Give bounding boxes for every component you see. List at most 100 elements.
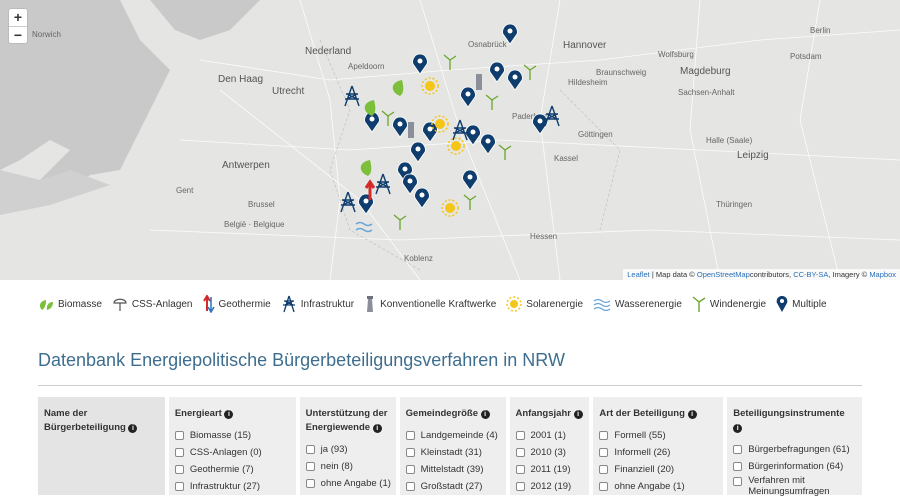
marker-pin[interactable] (465, 124, 481, 146)
mapbox-link[interactable]: Mapbox (869, 270, 896, 279)
filter-option[interactable]: Infrastruktur (27) (174, 478, 290, 494)
checkbox[interactable] (405, 464, 415, 474)
marker-pin[interactable] (480, 133, 496, 155)
filter-option[interactable]: ja (93) (305, 441, 390, 457)
filter-option[interactable]: ohne Angabe (1) (599, 478, 717, 494)
filter-option[interactable]: Bürgerbefragungen (61) (733, 441, 856, 457)
marker-pin[interactable] (414, 187, 430, 209)
marker-pin[interactable] (460, 86, 476, 108)
checkbox[interactable] (599, 447, 609, 457)
legend-item-water[interactable]: Wasserenergie (593, 297, 682, 311)
marker-infrastructure[interactable] (375, 173, 391, 195)
marker-water[interactable] (355, 221, 373, 233)
checkbox[interactable] (305, 478, 315, 488)
marker-wind[interactable] (443, 54, 457, 71)
filter-option[interactable]: ohne Angabe (1) (305, 475, 391, 491)
marker-solar[interactable] (447, 137, 465, 155)
legend-item-css[interactable]: CSS-Anlagen (112, 296, 193, 312)
filter-option[interactable]: Informell (26) (599, 444, 717, 460)
checkbox[interactable] (174, 430, 184, 440)
legend-item-multiple[interactable]: Multiple (776, 295, 827, 313)
filter-option[interactable]: Formell (55) (599, 427, 717, 443)
filter-option[interactable]: Landgemeinde (4) (405, 427, 500, 443)
legend-item-solar[interactable]: Solarenergie (506, 296, 583, 312)
filter-option[interactable]: CSS-Anlagen (0) (174, 444, 290, 460)
checkbox[interactable] (174, 464, 184, 474)
map-area[interactable]: + − Berlin Potsdam Hannover Magdeburg Wo… (0, 0, 900, 280)
biomass-icon (39, 300, 53, 310)
checkbox[interactable] (515, 464, 525, 474)
legend-item-biomass[interactable]: Biomasse (38, 297, 102, 311)
checkbox[interactable] (733, 444, 743, 454)
checkbox[interactable] (305, 444, 315, 454)
osm-link[interactable]: OpenStreetMap (697, 270, 750, 279)
marker-pin[interactable] (502, 23, 518, 45)
marker-wind[interactable] (523, 64, 537, 81)
checkbox[interactable] (515, 430, 525, 440)
legend-item-power-plant[interactable]: Konventionelle Kraftwerke (364, 295, 496, 313)
filter-option[interactable]: Finanziell (20) (599, 461, 717, 477)
checkbox[interactable] (599, 481, 609, 491)
info-icon[interactable]: i (687, 410, 697, 419)
checkbox[interactable] (515, 481, 525, 491)
checkbox[interactable] (599, 464, 609, 474)
marker-wind[interactable] (463, 194, 477, 211)
checkbox[interactable] (405, 447, 415, 457)
info-icon[interactable]: i (733, 424, 743, 433)
checkbox[interactable] (174, 481, 184, 491)
filter-option[interactable]: Verfahren mit Meinungsumfragen (733, 475, 856, 497)
ccbysa-link[interactable]: CC-BY-SA (793, 270, 828, 279)
marker-biomass[interactable] (364, 100, 376, 116)
marker-biomass[interactable] (392, 80, 404, 96)
info-icon[interactable]: i (372, 424, 382, 433)
filter-option[interactable]: Bürgerinformation (64) (733, 458, 856, 474)
filter-option[interactable]: Mittelstadt (39) (405, 461, 500, 477)
info-icon[interactable]: i (224, 410, 234, 419)
marker-wind[interactable] (393, 214, 407, 231)
filter-option[interactable]: Großstadt (27) (405, 478, 500, 494)
marker-solar[interactable] (421, 77, 439, 95)
checkbox[interactable] (305, 461, 315, 471)
marker-power-plant[interactable] (476, 74, 482, 90)
option-label: ohne Angabe (1) (614, 480, 685, 492)
marker-power-plant[interactable] (408, 122, 414, 138)
marker-solar[interactable] (441, 199, 459, 217)
checkbox[interactable] (599, 430, 609, 440)
filter-option[interactable]: Kleinstadt (31) (405, 444, 500, 460)
filter-option[interactable]: Geothermie (7) (174, 461, 290, 477)
marker-pin[interactable] (412, 53, 428, 75)
marker-wind[interactable] (381, 110, 395, 127)
leaflet-link[interactable]: Leaflet (627, 270, 650, 279)
marker-pin[interactable] (392, 116, 408, 138)
filter-option[interactable]: Biomasse (15) (174, 427, 290, 443)
marker-pin[interactable] (462, 169, 478, 191)
marker-pin[interactable] (410, 141, 426, 163)
legend-item-wind[interactable]: Windenergie (692, 295, 766, 313)
marker-pin[interactable] (507, 69, 523, 91)
marker-infrastructure[interactable] (344, 85, 360, 107)
info-icon[interactable]: i (480, 410, 490, 419)
filter-option[interactable]: 2001 (1) (515, 427, 584, 443)
option-label: ohne Angabe (1) (320, 477, 391, 489)
info-icon[interactable]: i (573, 410, 583, 419)
checkbox[interactable] (405, 481, 415, 491)
checkbox[interactable] (733, 461, 743, 471)
marker-infrastructure[interactable] (452, 119, 468, 141)
checkbox[interactable] (515, 447, 525, 457)
filter-option[interactable]: 2010 (3) (515, 444, 584, 460)
legend-item-infrastructure[interactable]: Infrastruktur (281, 295, 354, 313)
info-icon[interactable]: i (128, 424, 138, 433)
marker-wind[interactable] (498, 144, 512, 161)
filter-option[interactable]: 2011 (19) (515, 461, 584, 477)
marker-pin[interactable] (489, 61, 505, 83)
legend-item-geothermal[interactable]: Geothermie (202, 295, 271, 313)
checkbox[interactable] (733, 477, 743, 486)
marker-wind[interactable] (485, 94, 499, 111)
filter-option[interactable]: nein (8) (305, 458, 390, 474)
filter-option[interactable]: 2012 (19) (515, 478, 584, 494)
marker-pin[interactable] (402, 173, 418, 195)
marker-biomass[interactable] (360, 160, 372, 176)
checkbox[interactable] (174, 447, 184, 457)
marker-infrastructure[interactable] (340, 191, 356, 213)
checkbox[interactable] (405, 430, 415, 440)
